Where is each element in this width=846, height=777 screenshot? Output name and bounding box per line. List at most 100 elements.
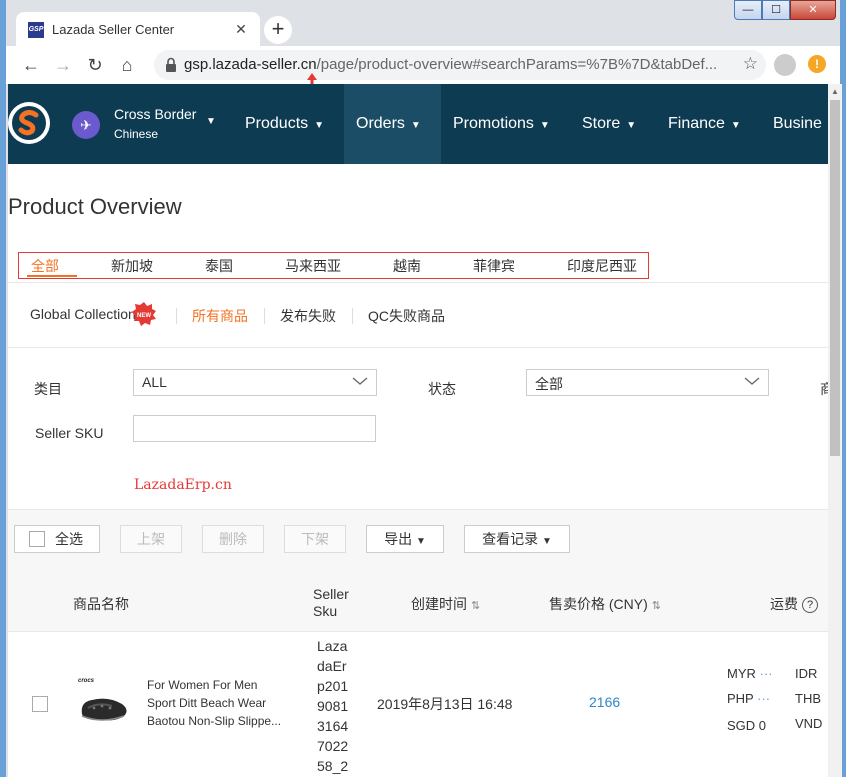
- created-time-value: 2019年8月13日 16:48: [377, 696, 513, 712]
- status-select[interactable]: 全部: [526, 369, 769, 396]
- help-icon[interactable]: ?: [802, 597, 818, 613]
- seller-sku-input[interactable]: [133, 415, 376, 442]
- sort-icon[interactable]: ⇅: [652, 600, 661, 612]
- product-image[interactable]: crocs: [74, 674, 132, 732]
- favicon-icon: GSP: [28, 22, 44, 38]
- subtab-qc-failed[interactable]: QC失败商品: [368, 306, 445, 326]
- scroll-thumb[interactable]: [830, 100, 840, 456]
- watermark-text: LazadaErp.cn: [134, 477, 232, 493]
- checkbox-icon: [29, 531, 45, 547]
- view-records-button[interactable]: 查看记录 ▼: [464, 525, 570, 553]
- tab-strip: GSP Lazada Seller Center ✕ +: [6, 0, 840, 46]
- svg-text:NEW: NEW: [137, 313, 151, 319]
- caret-down-icon: ▼: [410, 120, 421, 131]
- shipping-php[interactable]: PHP ···: [727, 691, 770, 706]
- nav-store[interactable]: Store ▼: [582, 84, 636, 164]
- tab-indonesia[interactable]: 印度尼西亚: [567, 256, 637, 276]
- browser-window: GSP Lazada Seller Center ✕ + ← → ↻ ⌂ gsp…: [6, 0, 842, 777]
- shipping-idr[interactable]: IDR: [795, 666, 817, 681]
- account-language: Chinese: [114, 127, 159, 141]
- select-all-checkbox[interactable]: 全选: [14, 525, 100, 553]
- caret-down-icon: ▼: [415, 536, 426, 547]
- export-button[interactable]: 导出 ▼: [366, 525, 444, 553]
- tab-close-icon[interactable]: ✕: [232, 20, 250, 38]
- browser-tab[interactable]: GSP Lazada Seller Center ✕: [16, 12, 260, 46]
- delete-button[interactable]: 删除: [202, 525, 264, 553]
- seller-sku-label: Seller SKU: [35, 425, 104, 441]
- lazada-logo-icon[interactable]: [8, 102, 50, 144]
- browser-toolbar: ← → ↻ ⌂ gsp.lazada-seller.cn/page/produc…: [6, 46, 840, 89]
- divider: [8, 347, 828, 348]
- profile-avatar-icon[interactable]: [774, 54, 796, 76]
- airplane-icon[interactable]: ✈: [72, 111, 100, 139]
- page-title: Product Overview: [8, 194, 182, 219]
- country-tabs: 全部 新加坡 泰国 马来西亚 越南 菲律宾 印度尼西亚: [18, 252, 649, 279]
- chevron-down-icon: [352, 377, 368, 385]
- caret-down-icon: ▼: [539, 120, 550, 131]
- home-icon[interactable]: ⌂: [114, 52, 140, 78]
- caret-down-icon[interactable]: ▼: [206, 116, 216, 127]
- nav-orders[interactable]: Orders ▼: [344, 84, 441, 164]
- tab-title: Lazada Seller Center: [52, 22, 175, 37]
- product-subtabs: Global Collection NEW 所有商品 发布失败 QC失败商品: [8, 302, 828, 326]
- subtab-global-collection[interactable]: Global Collection: [30, 306, 136, 322]
- category-label: 类目: [34, 381, 62, 397]
- account-name[interactable]: Cross Border: [114, 106, 196, 122]
- shipping-thb[interactable]: THB: [795, 691, 821, 706]
- shipping-vnd[interactable]: VND: [795, 716, 822, 731]
- col-shipping: 运费?: [770, 594, 818, 614]
- product-name-link[interactable]: For Women For Men Sport Ditt Beach Wear …: [147, 676, 289, 730]
- seller-sku-value: LazadaErp20190813164702258_26: [317, 638, 349, 774]
- nav-products[interactable]: Products ▼: [245, 84, 324, 164]
- tab-all[interactable]: 全部: [31, 256, 59, 276]
- nav-business[interactable]: Busine: [773, 84, 822, 164]
- list-button[interactable]: 上架: [120, 525, 182, 553]
- bookmark-star-icon[interactable]: ☆: [743, 54, 758, 74]
- shipping-sgd: SGD 0: [727, 718, 767, 733]
- subtab-all-products[interactable]: 所有商品: [192, 306, 248, 326]
- minimize-button[interactable]: —: [734, 0, 762, 20]
- nav-promotions[interactable]: Promotions ▼: [453, 84, 550, 164]
- update-alert-icon[interactable]: !: [808, 55, 826, 73]
- shipping-myr[interactable]: MYR ···: [727, 666, 773, 681]
- page-scrollbar[interactable]: ▲: [828, 84, 842, 777]
- row-checkbox[interactable]: [32, 696, 48, 712]
- col-price[interactable]: 售卖价格 (CNY) ⇅: [549, 594, 661, 614]
- tab-vietnam[interactable]: 越南: [393, 256, 421, 276]
- category-select[interactable]: ALL: [133, 369, 377, 396]
- separator: [352, 308, 353, 324]
- caret-down-icon: ▼: [730, 120, 741, 131]
- tab-malaysia[interactable]: 马来西亚: [285, 256, 341, 276]
- caret-down-icon: ▼: [314, 120, 325, 131]
- scroll-up-icon[interactable]: ▲: [831, 87, 839, 96]
- caret-down-icon: ▼: [626, 120, 637, 131]
- table-header: 商品名称 Seller Sku 创建时间 ⇅ 售卖价格 (CNY) ⇅ 运费?: [8, 574, 828, 632]
- delist-button[interactable]: 下架: [284, 525, 346, 553]
- active-tab-underline: [27, 275, 77, 277]
- divider: [8, 282, 828, 283]
- forward-icon[interactable]: →: [50, 52, 76, 78]
- tab-thailand[interactable]: 泰国: [205, 256, 233, 276]
- table-row: crocs For Women For Men Sport Ditt Beach…: [8, 632, 828, 777]
- caret-down-icon: ▼: [541, 536, 552, 547]
- url-text[interactable]: gsp.lazada-seller.cn/page/product-overvi…: [184, 56, 717, 73]
- separator: [264, 308, 265, 324]
- new-tab-button[interactable]: +: [264, 16, 292, 44]
- reload-icon[interactable]: ↻: [82, 52, 108, 78]
- nav-finance[interactable]: Finance ▼: [668, 84, 741, 164]
- maximize-button[interactable]: ☐: [762, 0, 790, 20]
- col-created-time[interactable]: 创建时间 ⇅: [411, 594, 480, 614]
- page-viewport: ✈ Cross Border Chinese ▼ Products ▼ Order…: [8, 84, 828, 777]
- price-link[interactable]: 2166: [589, 694, 620, 710]
- top-navigation: ✈ Cross Border Chinese ▼ Products ▼ Order…: [8, 84, 828, 164]
- subtab-publish-failed[interactable]: 发布失败: [280, 306, 336, 326]
- tab-singapore[interactable]: 新加坡: [111, 256, 153, 276]
- back-icon[interactable]: ←: [18, 52, 44, 78]
- chevron-down-icon: [744, 377, 760, 385]
- col-seller-sku: Seller Sku: [313, 586, 349, 619]
- sort-icon[interactable]: ⇅: [471, 600, 480, 612]
- window-close-button[interactable]: ✕: [790, 0, 836, 20]
- tab-philippines[interactable]: 菲律宾: [473, 256, 515, 276]
- address-bar[interactable]: gsp.lazada-seller.cn/page/product-overvi…: [154, 50, 766, 80]
- separator: [176, 308, 177, 324]
